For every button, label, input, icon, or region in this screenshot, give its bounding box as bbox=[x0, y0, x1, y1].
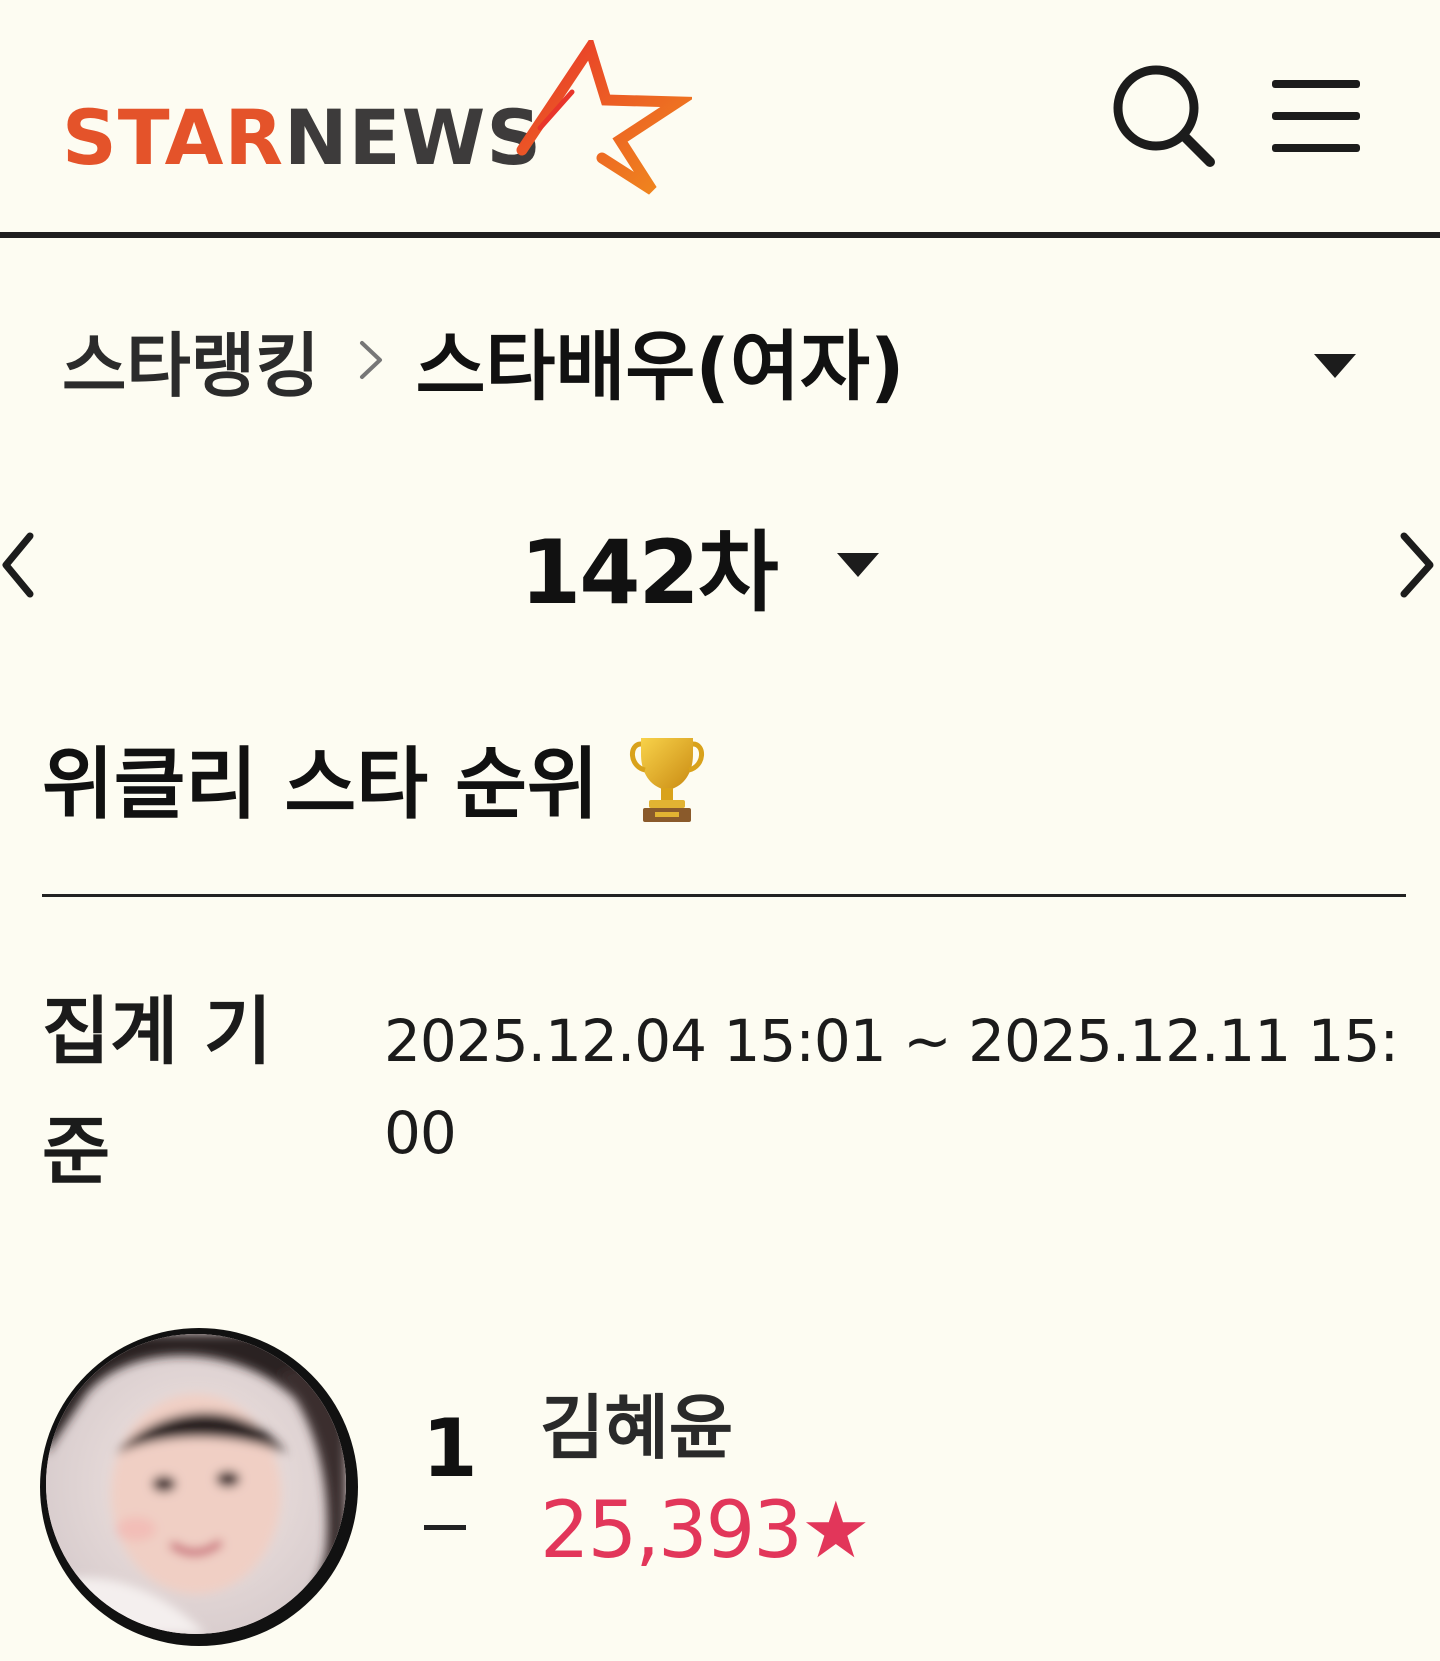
breadcrumb-root[interactable]: 스타랭킹 bbox=[62, 310, 320, 411]
rank-number: 1 bbox=[422, 1402, 478, 1495]
ranking-row[interactable]: 1 김혜윤 25,393★ bbox=[40, 1320, 1420, 1660]
hamburger-menu-icon[interactable] bbox=[1268, 74, 1368, 158]
rank-change-indicator bbox=[424, 1525, 466, 1530]
portrait-image bbox=[46, 1334, 346, 1634]
caret-down-icon bbox=[836, 553, 879, 577]
header-divider bbox=[0, 232, 1440, 238]
round-selector[interactable]: 142차 bbox=[520, 510, 883, 624]
next-round-chevron-icon[interactable] bbox=[1392, 520, 1440, 610]
star-name[interactable]: 김혜윤 bbox=[540, 1372, 733, 1473]
site-header: STARNEWS bbox=[0, 0, 1440, 232]
weekly-ranking-title-text: 위클리 스타 순위 bbox=[42, 740, 599, 830]
trophy-icon bbox=[629, 738, 704, 822]
star-score: 25,393★ bbox=[540, 1486, 871, 1576]
logo-star-text: STAR bbox=[62, 93, 285, 182]
aggregation-period-label: 집계 기준 bbox=[42, 989, 273, 1195]
logo-wordmark: STARNEWS bbox=[62, 100, 542, 176]
star-avatar[interactable] bbox=[40, 1328, 358, 1646]
previous-round-chevron-icon[interactable] bbox=[0, 520, 40, 610]
breadcrumb-current: 스타배우(여자) bbox=[415, 322, 905, 411]
star-photo bbox=[46, 1334, 346, 1634]
round-label: 142차 bbox=[520, 520, 779, 624]
category-dropdown-caret-icon[interactable] bbox=[1300, 340, 1370, 390]
section-divider bbox=[42, 894, 1406, 897]
aggregation-period-value: 2025.12.04 15:01 ~ 2025.12.11 15:00 bbox=[384, 1007, 1399, 1167]
chevron-right-icon bbox=[359, 341, 382, 379]
breadcrumb: 스타랭킹 스타배우(여자) bbox=[62, 310, 905, 411]
logo-star-icon bbox=[516, 40, 692, 195]
weekly-ranking-title: 위클리 스타 순위 bbox=[42, 722, 707, 834]
starnews-logo[interactable]: STARNEWS bbox=[62, 40, 692, 200]
search-icon[interactable] bbox=[1110, 62, 1220, 172]
